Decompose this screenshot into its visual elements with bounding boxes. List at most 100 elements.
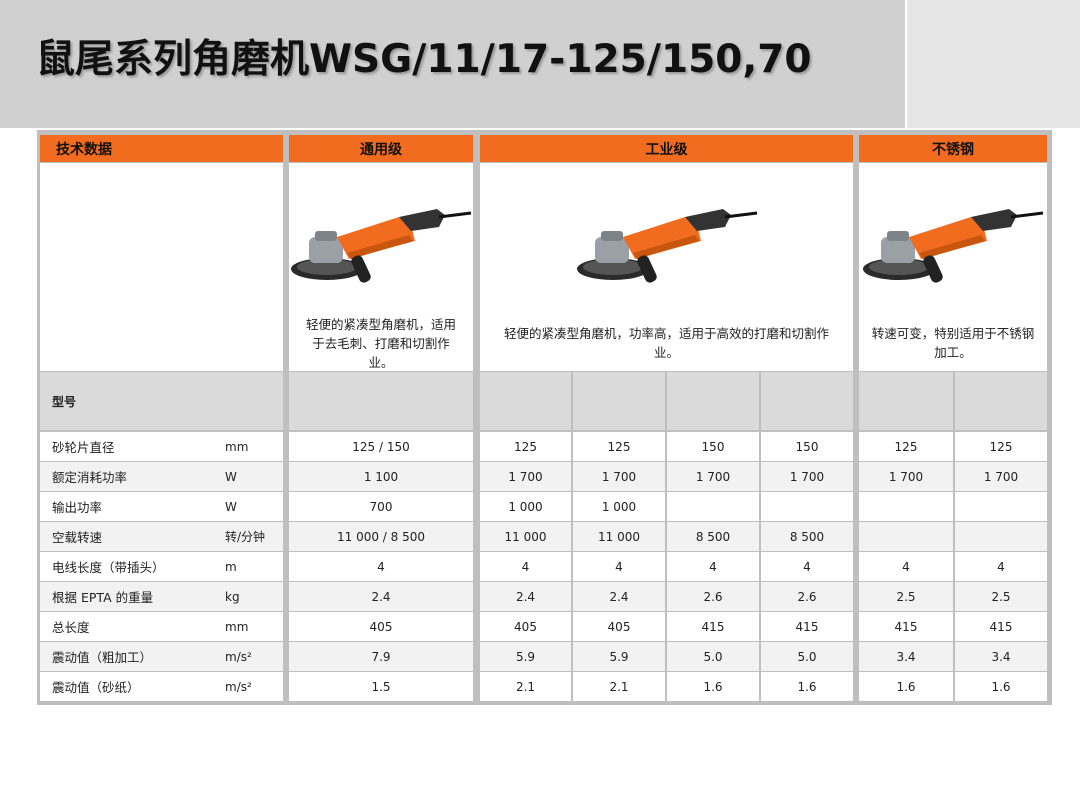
page-title: 鼠尾系列角磨机WSG/11/17-125/150,70 — [36, 37, 812, 82]
spec-value-cell: 125 — [573, 432, 665, 461]
spec-value-cell: 2.1 — [573, 672, 665, 701]
spec-value-cell: 1 000 — [573, 492, 665, 521]
spec-value-cell — [761, 492, 853, 521]
spec-value-cell: 2.1 — [480, 672, 571, 701]
industrial-description: 轻便的紧凑型角磨机，功率高，适用于高效的打磨和切割作业。 — [503, 326, 829, 360]
industrial-image-cell: 轻便的紧凑型角磨机，功率高，适用于高效的打磨和切割作业。 — [480, 163, 853, 371]
spec-value-cell: 1.6 — [859, 672, 953, 701]
spec-value-cell: 3.4 — [955, 642, 1047, 671]
model-label: 型号 — [40, 372, 283, 430]
tech-image-cell — [40, 163, 283, 371]
stainless-image-cell: 转速可变，特别适用于不锈钢加工。 — [859, 163, 1047, 371]
spec-value-cell: 415 — [859, 612, 953, 641]
general-image-cell: 轻便的紧凑型角磨机，适用于去毛刺、打磨和切割作业。 — [289, 163, 473, 371]
spec-value-cell: 405 — [289, 612, 473, 641]
model-cell — [761, 372, 853, 430]
spec-value-cell — [667, 492, 759, 521]
spec-value-cell: 11 000 — [573, 522, 665, 551]
spec-value-cell: 1 700 — [761, 462, 853, 491]
spec-value-cell: 2.6 — [761, 582, 853, 611]
spec-value-cell: 2.6 — [667, 582, 759, 611]
spec-row-label: 电线长度（带插头） — [40, 552, 223, 581]
spec-value-cell: 405 — [480, 612, 571, 641]
spec-value-cell: 1 700 — [667, 462, 759, 491]
angle-grinder-icon — [577, 209, 758, 283]
spec-row-label: 额定消耗功率 — [40, 462, 223, 491]
spec-value-cell: 415 — [955, 612, 1047, 641]
title-band-right — [907, 0, 1080, 128]
spec-value-cell: 8 500 — [667, 522, 759, 551]
spec-value-cell: 4 — [859, 552, 953, 581]
spec-value-cell: 3.4 — [859, 642, 953, 671]
spec-row-unit: 转/分钟 — [223, 522, 283, 551]
header-tech-data: 技术数据 — [40, 135, 283, 162]
spec-value-cell: 5.0 — [761, 642, 853, 671]
spec-value-cell: 700 — [289, 492, 473, 521]
spec-value-cell: 125 / 150 — [289, 432, 473, 461]
spec-value-cell: 1.6 — [667, 672, 759, 701]
spec-row-label: 空载转速 — [40, 522, 223, 551]
spec-value-cell: 5.9 — [480, 642, 571, 671]
spec-value-cell: 7.9 — [289, 642, 473, 671]
spec-value-cell: 4 — [667, 552, 759, 581]
spec-row-unit: m/s² — [223, 672, 283, 701]
spec-row-label: 震动值（砂纸） — [40, 672, 223, 701]
spec-value-cell: 1 100 — [289, 462, 473, 491]
spec-row-label: 输出功率 — [40, 492, 223, 521]
spec-value-cell: 11 000 / 8 500 — [289, 522, 473, 551]
spec-value-cell: 2.5 — [955, 582, 1047, 611]
spec-value-cell: 8 500 — [761, 522, 853, 551]
angle-grinder-icon — [291, 209, 472, 283]
spec-value-cell: 5.9 — [573, 642, 665, 671]
spec-value-cell: 1.6 — [761, 672, 853, 701]
spec-row-label: 根据 EPTA 的重量 — [40, 582, 223, 611]
spec-value-cell: 1 700 — [955, 462, 1047, 491]
spec-value-cell: 1 700 — [573, 462, 665, 491]
spec-value-cell: 415 — [667, 612, 759, 641]
spec-value-cell: 1 000 — [480, 492, 571, 521]
stainless-description: 转速可变，特别适用于不锈钢加工。 — [871, 326, 1035, 360]
spec-value-cell: 150 — [761, 432, 853, 461]
spec-row-label: 砂轮片直径 — [40, 432, 223, 461]
spec-value-cell: 2.4 — [480, 582, 571, 611]
spec-value-cell: 2.5 — [859, 582, 953, 611]
spec-row-label: 震动值（粗加工） — [40, 642, 223, 671]
spec-value-cell: 125 — [480, 432, 571, 461]
spec-row-unit: m/s² — [223, 642, 283, 671]
header-stainless: 不锈钢 — [859, 135, 1047, 162]
spec-value-cell — [955, 522, 1047, 551]
model-cell — [480, 372, 571, 430]
spec-value-cell: 125 — [859, 432, 953, 461]
spec-row-unit: mm — [223, 432, 283, 461]
spec-value-cell: 1 700 — [859, 462, 953, 491]
header-general: 通用级 — [289, 135, 473, 162]
spec-row-unit: kg — [223, 582, 283, 611]
spec-value-cell: 4 — [289, 552, 473, 581]
spec-row-unit: mm — [223, 612, 283, 641]
spec-value-cell: 1 700 — [480, 462, 571, 491]
spec-value-cell: 4 — [955, 552, 1047, 581]
spec-value-cell: 11 000 — [480, 522, 571, 551]
general-description: 轻便的紧凑型角磨机，适用于去毛刺、打磨和切割作业。 — [305, 317, 456, 370]
spec-value-cell: 415 — [761, 612, 853, 641]
model-cell — [573, 372, 665, 430]
spec-value-cell: 4 — [573, 552, 665, 581]
spec-value-cell: 125 — [955, 432, 1047, 461]
spec-value-cell: 4 — [761, 552, 853, 581]
spec-value-cell: 4 — [480, 552, 571, 581]
spec-value-cell: 5.0 — [667, 642, 759, 671]
spec-value-cell: 2.4 — [289, 582, 473, 611]
model-cell — [667, 372, 759, 430]
spec-value-cell — [859, 522, 953, 551]
spec-value-cell — [859, 492, 953, 521]
spec-value-cell: 1.5 — [289, 672, 473, 701]
angle-grinder-icon — [863, 209, 1044, 283]
spec-value-cell — [955, 492, 1047, 521]
model-cell — [289, 372, 473, 430]
spec-row-unit: W — [223, 462, 283, 491]
model-cell — [859, 372, 953, 430]
spec-row-label: 总长度 — [40, 612, 223, 641]
spec-value-cell: 405 — [573, 612, 665, 641]
spec-value-cell: 1.6 — [955, 672, 1047, 701]
spec-row-unit: W — [223, 492, 283, 521]
